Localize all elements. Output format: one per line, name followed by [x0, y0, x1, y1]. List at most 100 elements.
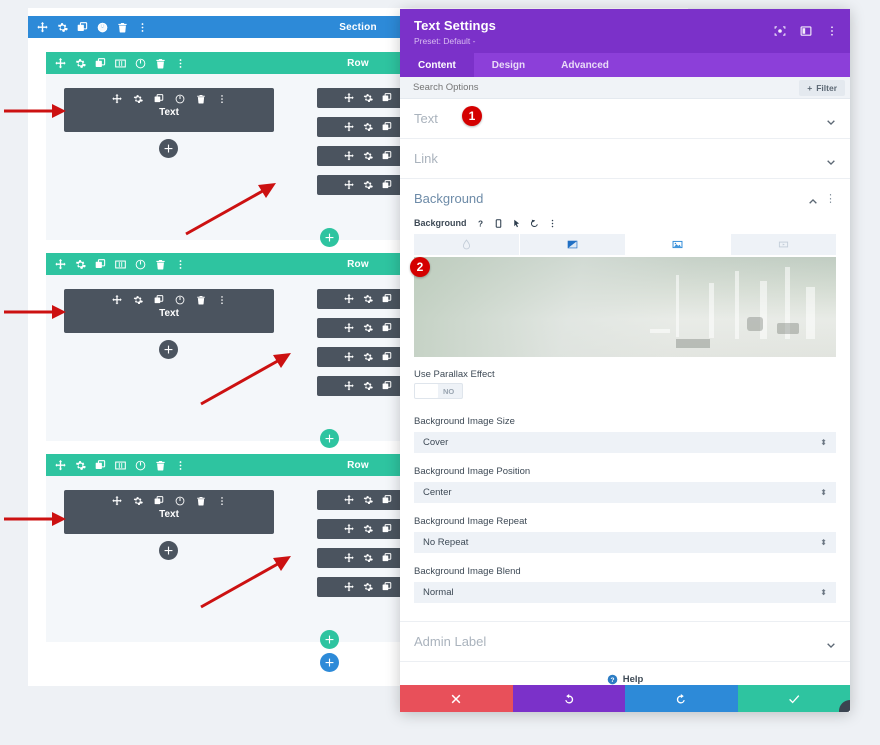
- background-image-tab[interactable]: [626, 234, 732, 255]
- gear-icon[interactable]: [363, 582, 373, 592]
- gear-icon[interactable]: [363, 495, 373, 505]
- move-icon[interactable]: [344, 151, 354, 161]
- redo-button[interactable]: [625, 685, 738, 712]
- text-module[interactable]: Text: [64, 289, 274, 333]
- reset-icon[interactable]: [530, 219, 539, 228]
- chevron-down-icon[interactable]: [826, 154, 836, 164]
- duplicate-icon[interactable]: [382, 323, 392, 333]
- duplicate-icon[interactable]: [382, 122, 392, 132]
- kebab-menu-icon[interactable]: [137, 22, 148, 33]
- duplicate-icon[interactable]: [382, 151, 392, 161]
- add-module-button[interactable]: [159, 139, 178, 158]
- move-icon[interactable]: [55, 259, 66, 270]
- save-button[interactable]: [738, 685, 851, 712]
- kebab-menu-icon[interactable]: [826, 25, 838, 37]
- duplicate-icon[interactable]: [382, 180, 392, 190]
- move-icon[interactable]: [344, 495, 354, 505]
- gear-icon[interactable]: [133, 295, 143, 305]
- bg-image-position-select[interactable]: Center ⬍: [414, 482, 836, 503]
- move-icon[interactable]: [344, 122, 354, 132]
- kebab-menu-icon[interactable]: [217, 496, 227, 506]
- move-icon[interactable]: [112, 295, 122, 305]
- trash-icon[interactable]: [196, 496, 206, 506]
- duplicate-icon[interactable]: [382, 582, 392, 592]
- duplicate-icon[interactable]: [382, 352, 392, 362]
- gear-icon[interactable]: [133, 496, 143, 506]
- duplicate-icon[interactable]: [95, 58, 106, 69]
- duplicate-icon[interactable]: [382, 381, 392, 391]
- add-row-button[interactable]: [320, 429, 339, 448]
- save-library-icon[interactable]: [175, 295, 185, 305]
- gear-icon[interactable]: [363, 151, 373, 161]
- background-video-tab[interactable]: [731, 234, 836, 255]
- modal-preset-label[interactable]: Preset: Default -: [414, 36, 836, 46]
- gear-icon[interactable]: [363, 180, 373, 190]
- gear-icon[interactable]: [363, 122, 373, 132]
- move-icon[interactable]: [55, 460, 66, 471]
- search-input[interactable]: [413, 82, 673, 93]
- save-library-icon[interactable]: [97, 22, 108, 33]
- move-icon[interactable]: [344, 524, 354, 534]
- move-icon[interactable]: [37, 22, 48, 33]
- save-library-icon[interactable]: [135, 460, 146, 471]
- gear-icon[interactable]: [363, 294, 373, 304]
- accordion-background[interactable]: Background ⋮: [400, 179, 850, 212]
- columns-icon[interactable]: [115, 58, 126, 69]
- responsive-icon[interactable]: [494, 219, 503, 228]
- layout-panel-icon[interactable]: [800, 25, 812, 37]
- parallax-toggle[interactable]: NO: [414, 383, 463, 399]
- move-icon[interactable]: [344, 93, 354, 103]
- filter-button[interactable]: + Filter: [799, 80, 845, 96]
- bg-image-size-select[interactable]: Cover ⬍: [414, 432, 836, 453]
- duplicate-icon[interactable]: [154, 496, 164, 506]
- save-library-icon[interactable]: [175, 94, 185, 104]
- duplicate-icon[interactable]: [382, 495, 392, 505]
- kebab-menu-icon[interactable]: ⋮: [825, 195, 836, 203]
- gear-icon[interactable]: [75, 460, 86, 471]
- trash-icon[interactable]: [117, 22, 128, 33]
- columns-icon[interactable]: [115, 460, 126, 471]
- gear-icon[interactable]: [363, 381, 373, 391]
- duplicate-icon[interactable]: [382, 93, 392, 103]
- trash-icon[interactable]: [196, 295, 206, 305]
- move-icon[interactable]: [112, 94, 122, 104]
- move-icon[interactable]: [344, 381, 354, 391]
- kebab-menu-icon[interactable]: [175, 460, 186, 471]
- bg-image-repeat-select[interactable]: No Repeat ⬍: [414, 532, 836, 553]
- text-module[interactable]: Text: [64, 88, 274, 132]
- kebab-menu-icon[interactable]: [175, 259, 186, 270]
- duplicate-icon[interactable]: [95, 460, 106, 471]
- kebab-menu-icon[interactable]: [217, 94, 227, 104]
- background-gradient-tab[interactable]: [520, 234, 626, 255]
- tab-design[interactable]: Design: [474, 53, 543, 77]
- background-color-tab[interactable]: [414, 234, 520, 255]
- move-icon[interactable]: [344, 323, 354, 333]
- move-icon[interactable]: [344, 294, 354, 304]
- text-module[interactable]: Text: [64, 490, 274, 534]
- help-row[interactable]: ? Help: [400, 662, 850, 685]
- add-section-button[interactable]: [320, 653, 339, 672]
- duplicate-icon[interactable]: [77, 22, 88, 33]
- columns-icon[interactable]: [115, 259, 126, 270]
- save-library-icon[interactable]: [175, 496, 185, 506]
- duplicate-icon[interactable]: [154, 295, 164, 305]
- add-module-button[interactable]: [159, 340, 178, 359]
- move-icon[interactable]: [112, 496, 122, 506]
- background-image-preview[interactable]: [414, 257, 836, 357]
- duplicate-icon[interactable]: [382, 553, 392, 563]
- gear-icon[interactable]: [75, 58, 86, 69]
- gear-icon[interactable]: [363, 553, 373, 563]
- help-icon[interactable]: ?: [476, 219, 485, 228]
- save-library-icon[interactable]: [135, 259, 146, 270]
- duplicate-icon[interactable]: [95, 259, 106, 270]
- target-icon[interactable]: [774, 25, 786, 37]
- gear-icon[interactable]: [363, 352, 373, 362]
- move-icon[interactable]: [344, 352, 354, 362]
- kebab-menu-icon[interactable]: [548, 219, 557, 228]
- tab-advanced[interactable]: Advanced: [543, 53, 627, 77]
- gear-icon[interactable]: [363, 524, 373, 534]
- duplicate-icon[interactable]: [382, 524, 392, 534]
- bg-image-blend-select[interactable]: Normal ⬍: [414, 582, 836, 603]
- trash-icon[interactable]: [155, 460, 166, 471]
- chevron-down-icon[interactable]: [826, 114, 836, 124]
